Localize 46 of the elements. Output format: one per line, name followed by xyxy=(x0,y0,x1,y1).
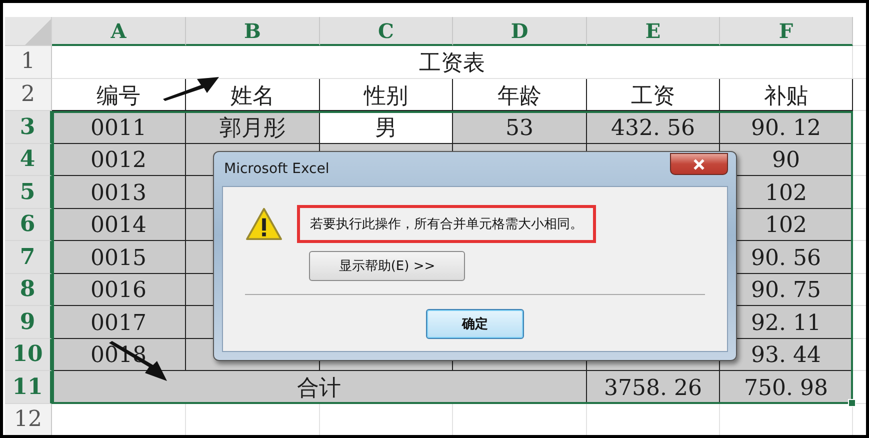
table-cell: 0014 xyxy=(52,208,186,241)
close-button[interactable] xyxy=(670,153,728,175)
table-cell: 0012 xyxy=(52,144,186,176)
error-message: 若要执行此操作，所有合并单元格需大小相同。 xyxy=(297,205,596,243)
column-header[interactable]: E xyxy=(587,17,720,46)
row-header[interactable]: 9 xyxy=(5,306,52,338)
column-header[interactable]: A xyxy=(52,17,186,46)
row-header[interactable]: 11 xyxy=(5,371,52,404)
table-cell: 0017 xyxy=(52,306,186,338)
row-header[interactable]: 1 xyxy=(5,46,52,78)
fill-handle[interactable] xyxy=(848,399,856,407)
table-cell: 432. 56 xyxy=(587,111,720,144)
row-header[interactable]: 10 xyxy=(5,338,52,371)
row-header[interactable]: 7 xyxy=(5,241,52,274)
table-cell: 郭月彤 xyxy=(186,111,320,144)
help-button[interactable]: 显示帮助(E) >> xyxy=(309,251,465,281)
table-cell: 工资 xyxy=(587,78,720,111)
arrow-icon xyxy=(161,75,221,101)
table-cell: 90. 12 xyxy=(720,111,853,144)
ok-button[interactable]: 确定 xyxy=(426,309,524,339)
table-cell: 0016 xyxy=(52,274,186,306)
row-header[interactable]: 4 xyxy=(5,144,52,176)
row-header[interactable]: 12 xyxy=(5,404,52,435)
column-header[interactable]: B xyxy=(186,17,320,46)
table-cell: 3758. 26 xyxy=(587,371,720,404)
column-header[interactable]: D xyxy=(453,17,587,46)
table-cell: 年龄 xyxy=(453,78,587,111)
table-cell: 补贴 xyxy=(720,78,853,111)
column-header[interactable]: F xyxy=(720,17,853,46)
close-icon xyxy=(692,158,706,170)
row-header[interactable]: 8 xyxy=(5,274,52,306)
table-cell: 工资表 xyxy=(52,46,853,78)
table-cell: 0011 xyxy=(52,111,186,144)
window-title: Microsoft Excel xyxy=(223,161,330,177)
table-cell: 0015 xyxy=(52,241,186,274)
table-cell: 合计 xyxy=(52,371,587,404)
warning-icon xyxy=(245,207,283,241)
table-cell: 性别 xyxy=(320,78,453,111)
table-cell: 53 xyxy=(453,111,587,144)
row-header[interactable]: 3 xyxy=(5,111,52,144)
table-cell: 750. 98 xyxy=(720,371,853,404)
table-cell: 0013 xyxy=(52,176,186,208)
row-header[interactable]: 5 xyxy=(5,176,52,208)
row-header[interactable]: 6 xyxy=(5,208,52,241)
row-header[interactable]: 2 xyxy=(5,78,52,111)
column-header[interactable]: C xyxy=(320,17,453,46)
